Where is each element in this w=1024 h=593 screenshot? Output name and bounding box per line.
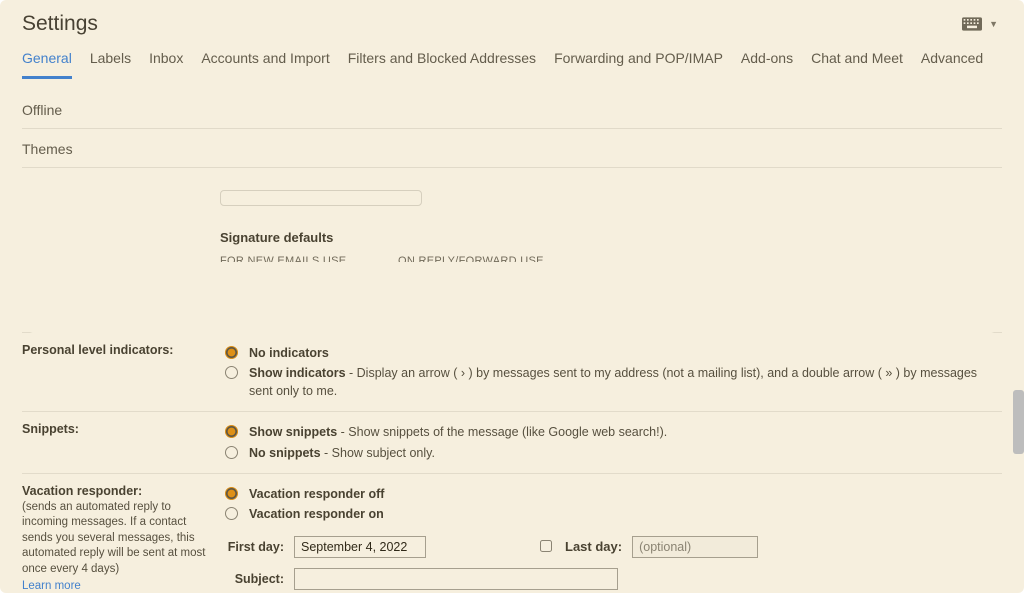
pli-show-indicators-label: Show indicators: [249, 366, 346, 380]
subject-label: Subject:: [220, 572, 284, 586]
vacation-on-radio[interactable]: [225, 507, 238, 520]
snippets-show-label: Show snippets: [249, 425, 337, 439]
tab-accounts[interactable]: Accounts and Import: [201, 44, 329, 78]
first-day-input[interactable]: [294, 536, 426, 558]
snippets-no-radio[interactable]: [225, 446, 238, 459]
pli-no-indicators-label: No indicators: [249, 346, 329, 360]
vacation-label: Vacation responder:: [22, 484, 212, 498]
pli-show-indicators-radio[interactable]: [225, 366, 238, 379]
tab-offline[interactable]: Offline: [22, 96, 62, 128]
page-title: Settings: [22, 12, 98, 36]
scrollbar[interactable]: [1013, 390, 1024, 454]
tab-filters[interactable]: Filters and Blocked Addresses: [348, 44, 536, 78]
snippets-label: Snippets:: [22, 422, 220, 462]
keyboard-icon: [962, 17, 982, 31]
tab-addons[interactable]: Add-ons: [741, 44, 793, 78]
first-day-label: First day:: [220, 540, 284, 554]
signature-reply-select[interactable]: No signature: [398, 271, 558, 295]
input-tools-button[interactable]: ▼: [958, 15, 1002, 33]
snippets-show-radio[interactable]: [225, 425, 238, 438]
tab-themes[interactable]: Themes: [22, 135, 73, 167]
subject-input[interactable]: [294, 568, 618, 590]
pli-show-indicators-desc: - Display an arrow ( › ) by messages sen…: [249, 366, 977, 398]
snippets-no-label: No snippets: [249, 446, 321, 460]
tab-forwarding[interactable]: Forwarding and POP/IMAP: [554, 44, 723, 78]
last-day-checkbox[interactable]: [540, 540, 552, 552]
vacation-on-label: Vacation responder on: [249, 507, 384, 521]
last-day-input[interactable]: [632, 536, 758, 558]
tab-general[interactable]: General: [22, 44, 72, 79]
tab-advanced[interactable]: Advanced: [921, 44, 983, 78]
vacation-off-label: Vacation responder off: [249, 487, 384, 501]
last-day-label: Last day:: [565, 539, 622, 554]
vacation-off-radio[interactable]: [225, 487, 238, 500]
vacation-sub: (sends an automated reply to incoming me…: [22, 500, 212, 578]
signature-edit-box[interactable]: [220, 190, 422, 206]
vacation-learn-more-link[interactable]: Learn more: [22, 580, 81, 592]
tab-chat[interactable]: Chat and Meet: [811, 44, 903, 78]
snippets-show-desc: - Show snippets of the message (like Goo…: [337, 425, 667, 439]
signature-new-select[interactable]: No signature: [220, 271, 380, 295]
pli-label: Personal level indicators:: [22, 343, 220, 401]
signature-insert-before-checkbox[interactable]: [224, 307, 236, 319]
signature-new-label: FOR NEW EMAILS USE: [220, 255, 380, 267]
chevron-down-icon: ▼: [989, 19, 998, 29]
tab-inbox[interactable]: Inbox: [149, 44, 183, 78]
signature-reply-label: ON REPLY/FORWARD USE: [398, 255, 558, 267]
signature-defaults-heading: Signature defaults: [220, 230, 1002, 245]
snippets-no-desc: - Show subject only.: [321, 446, 435, 460]
pli-no-indicators-radio[interactable]: [225, 346, 238, 359]
signature-insert-before-label: Insert signature before quoted text in r…: [245, 305, 715, 319]
tab-labels[interactable]: Labels: [90, 44, 131, 78]
